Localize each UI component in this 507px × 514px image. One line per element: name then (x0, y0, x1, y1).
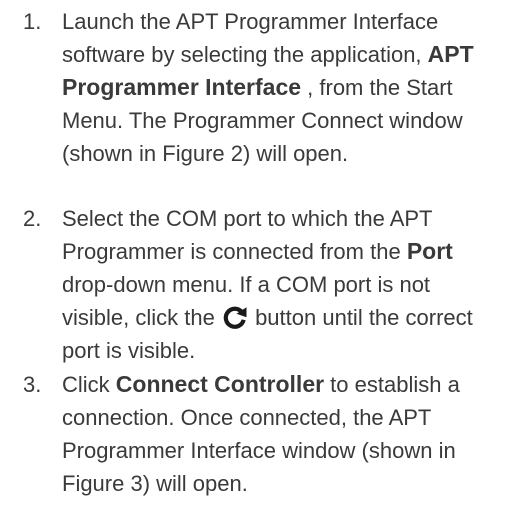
step-text-part: Launch the APT Programmer Interface soft… (62, 9, 439, 67)
step-text: Click Connect Controller to establish a … (62, 368, 502, 500)
step-text-part: Click (62, 372, 116, 397)
step-text-part: Select the COM port to which the APT Pro… (62, 206, 433, 264)
instructions-document: 1. Launch the APT Programmer Interface s… (0, 0, 507, 514)
step-number: 3. (23, 372, 42, 397)
step-text: Launch the APT Programmer Interface soft… (62, 5, 502, 170)
step-number: 1. (23, 9, 42, 34)
step-text: Select the COM port to which the APT Pro… (62, 202, 502, 367)
port-emphasis: Port (406, 238, 453, 264)
step-number: 2. (23, 206, 42, 231)
connect-controller-emphasis: Connect Controller (115, 371, 325, 397)
refresh-icon (222, 304, 248, 330)
